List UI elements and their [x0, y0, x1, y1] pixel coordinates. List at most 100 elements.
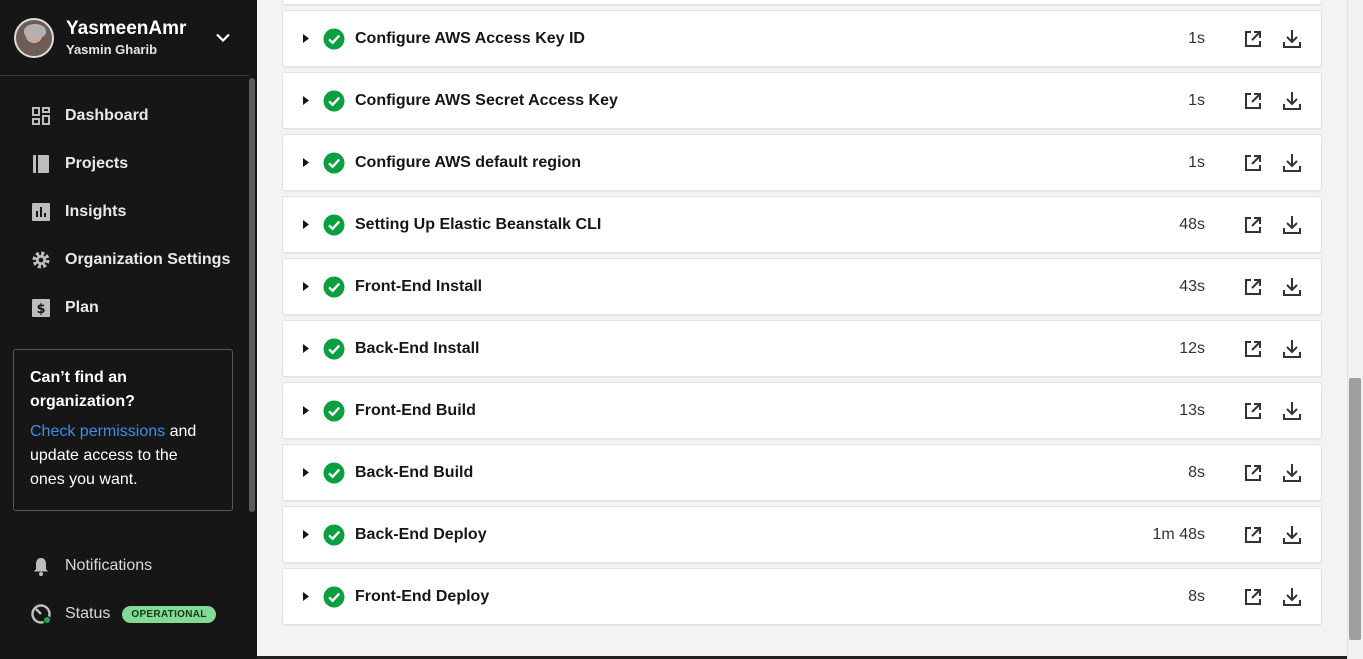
- success-check-icon: [323, 338, 345, 359]
- step-row[interactable]: Back-End Install 12s: [282, 320, 1322, 377]
- open-new-tab-icon[interactable]: [1242, 400, 1264, 422]
- nav-item-plan[interactable]: $ Plan: [0, 284, 257, 332]
- status-label: Status: [65, 605, 111, 622]
- download-icon[interactable]: [1281, 90, 1303, 112]
- step-row[interactable]: Setting Up Elastic Beanstalk CLI 48s: [282, 196, 1322, 253]
- nav-item-dashboard[interactable]: Dashboard: [0, 92, 257, 140]
- step-row[interactable]: Front-End Install 43s: [282, 258, 1322, 315]
- expand-caret-icon[interactable]: [301, 468, 311, 478]
- step-row[interactable]: Back-End Deploy 1m 48s: [282, 506, 1322, 563]
- step-name: Front-End Install: [355, 277, 483, 295]
- avatar: [14, 17, 54, 58]
- step-duration: 1m 48s: [1152, 525, 1205, 543]
- step-row[interactable]: Configure AWS default region 1s: [282, 134, 1322, 191]
- org-help-box: Can’t find an organization? Check permis…: [13, 349, 233, 511]
- sidebar: YasmeenAmr Yasmin Gharib Dashboard Proje…: [0, 0, 257, 659]
- download-icon[interactable]: [1281, 214, 1303, 236]
- open-new-tab-icon[interactable]: [1242, 152, 1264, 174]
- download-icon[interactable]: [1281, 586, 1303, 608]
- download-icon[interactable]: [1281, 462, 1303, 484]
- step-row[interactable]: Front-End Deploy 8s: [282, 568, 1322, 625]
- open-new-tab-icon[interactable]: [1242, 586, 1264, 608]
- expand-caret-icon[interactable]: [301, 406, 311, 416]
- dollar-icon: $: [31, 298, 51, 318]
- success-check-icon: [323, 462, 345, 483]
- status-item[interactable]: Status OPERATIONAL: [31, 598, 216, 630]
- org-user: Yasmin Gharib: [66, 42, 158, 57]
- open-new-tab-icon[interactable]: [1242, 90, 1264, 112]
- open-new-tab-icon[interactable]: [1242, 338, 1264, 360]
- open-new-tab-icon[interactable]: [1242, 276, 1264, 298]
- success-check-icon: [323, 28, 345, 49]
- nav-label: Insights: [65, 203, 127, 220]
- success-check-icon: [323, 90, 345, 111]
- expand-caret-icon[interactable]: [301, 530, 311, 540]
- page-scrollbar-thumb[interactable]: [1349, 378, 1361, 640]
- expand-caret-icon[interactable]: [301, 158, 311, 168]
- step-duration: 13s: [1179, 401, 1205, 419]
- expand-caret-icon[interactable]: [301, 220, 311, 230]
- insights-icon: [31, 202, 51, 222]
- step-row[interactable]: Back-End Build 8s: [282, 444, 1322, 501]
- download-icon[interactable]: [1281, 28, 1303, 50]
- step-duration: 12s: [1179, 339, 1205, 357]
- nav-item-organization-settings[interactable]: Organization Settings: [0, 236, 257, 284]
- nav-item-projects[interactable]: Projects: [0, 140, 257, 188]
- expand-caret-icon[interactable]: [301, 344, 311, 354]
- step-name: Back-End Deploy: [355, 525, 487, 543]
- open-new-tab-icon[interactable]: [1242, 28, 1264, 50]
- bell-icon: [31, 556, 51, 576]
- success-check-icon: [323, 276, 345, 297]
- help-title: Can’t find an organization?: [30, 369, 135, 410]
- org-names: YasmeenAmr Yasmin Gharib: [66, 18, 211, 57]
- main-nav: Dashboard Projects Insights Organization…: [0, 76, 257, 332]
- help-text: Check permissions and update access to t…: [30, 420, 216, 492]
- nav-item-insights[interactable]: Insights: [0, 188, 257, 236]
- step-row[interactable]: Front-End Build 13s: [282, 382, 1322, 439]
- download-icon[interactable]: [1281, 152, 1303, 174]
- org-name: YasmeenAmr: [66, 18, 187, 39]
- svg-text:$: $: [36, 302, 45, 317]
- success-check-icon: [323, 400, 345, 421]
- step-name: Setting Up Elastic Beanstalk CLI: [355, 215, 602, 233]
- download-icon[interactable]: [1281, 524, 1303, 546]
- step-name: Back-End Install: [355, 339, 480, 357]
- step-duration: 8s: [1188, 587, 1205, 605]
- nav-label: Plan: [65, 299, 99, 316]
- success-check-icon: [323, 586, 345, 607]
- step-row[interactable]: Configure AWS Secret Access Key 1s: [282, 72, 1322, 129]
- status-badge: OPERATIONAL: [122, 605, 216, 623]
- check-permissions-link[interactable]: Check permissions: [30, 423, 165, 440]
- step-duration: 1s: [1188, 91, 1205, 109]
- projects-icon: [31, 154, 51, 174]
- org-switcher[interactable]: YasmeenAmr Yasmin Gharib: [0, 0, 249, 76]
- step-row[interactable]: Configure AWS Access Key ID 1s: [282, 10, 1322, 67]
- step-name: Back-End Build: [355, 463, 474, 481]
- success-check-icon: [323, 524, 345, 545]
- step-name: Configure AWS Secret Access Key: [355, 91, 618, 109]
- status-gauge-icon: [31, 604, 51, 624]
- step-row-partial: [282, 0, 1322, 5]
- expand-caret-icon[interactable]: [301, 34, 311, 44]
- open-new-tab-icon[interactable]: [1242, 524, 1264, 546]
- gear-icon: [31, 250, 51, 270]
- notifications-label: Notifications: [65, 557, 153, 574]
- step-duration: 1s: [1188, 29, 1205, 47]
- open-new-tab-icon[interactable]: [1242, 462, 1264, 484]
- open-new-tab-icon[interactable]: [1242, 214, 1264, 236]
- expand-caret-icon[interactable]: [301, 282, 311, 292]
- dashboard-icon: [31, 106, 51, 126]
- chevron-down-icon[interactable]: [211, 26, 235, 50]
- notifications-item[interactable]: Notifications: [31, 550, 152, 582]
- download-icon[interactable]: [1281, 338, 1303, 360]
- expand-caret-icon[interactable]: [301, 592, 311, 602]
- download-icon[interactable]: [1281, 276, 1303, 298]
- step-name: Front-End Build: [355, 401, 476, 419]
- download-icon[interactable]: [1281, 400, 1303, 422]
- step-duration: 8s: [1188, 463, 1205, 481]
- expand-caret-icon[interactable]: [301, 96, 311, 106]
- nav-label: Dashboard: [65, 107, 149, 124]
- sidebar-scrollbar[interactable]: [249, 78, 255, 512]
- nav-label: Organization Settings: [65, 251, 231, 268]
- step-duration: 43s: [1179, 277, 1205, 295]
